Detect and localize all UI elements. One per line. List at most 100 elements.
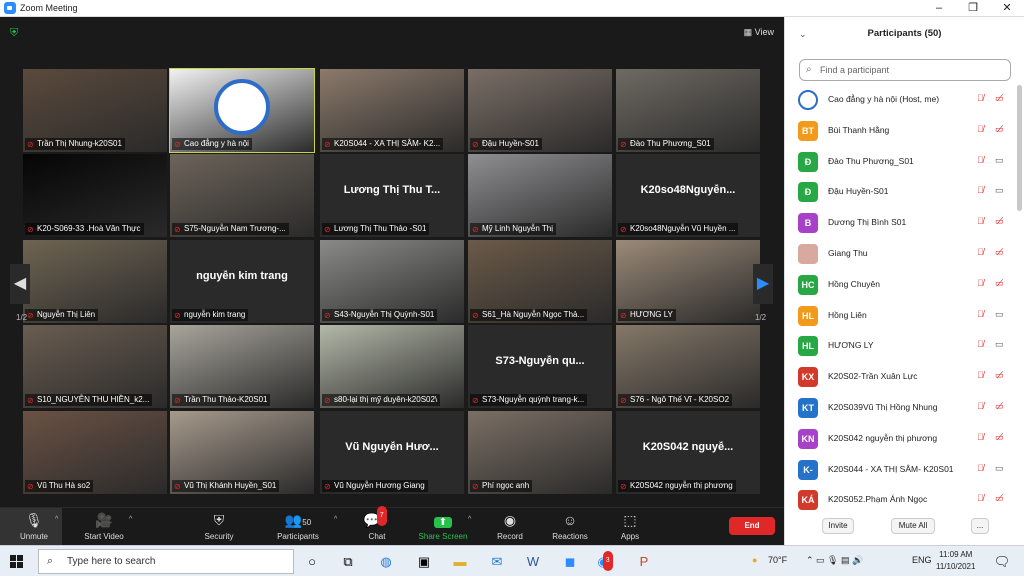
participant-row[interactable]: KÁ K20S052.Phạm Ánh Ngọc 🎙̸ ▭̸ xyxy=(785,485,1017,516)
maximize-button[interactable]: ❐ xyxy=(956,0,990,17)
mail-icon[interactable]: ✉ xyxy=(485,552,509,572)
avatar xyxy=(798,243,818,264)
participant-row[interactable]: K- K20S044 - XA THỊ SÂM- K20S01 🎙̸ ▭ xyxy=(785,455,1017,486)
video-tile[interactable]: ⊘ s80-lại thị mỹ duyên-k20S02\ xyxy=(320,325,464,408)
notifications-icon[interactable]: 🗨 xyxy=(990,552,1014,572)
participant-row[interactable]: Giang Thu 🎙̸ ▭̸ xyxy=(785,239,1017,270)
video-tile[interactable]: S73-Nguyễn qu... ⊘ S73-Nguyễn quỳnh trang-… xyxy=(468,325,612,408)
more-options-button[interactable]: ... xyxy=(971,518,989,534)
video-tile[interactable]: ⊘ Trần Thị Nhung-k20S01 xyxy=(23,69,167,152)
video-tile[interactable]: K20so48Nguyễn... ⊘ K20so48Nguyễn Vũ Huyền … xyxy=(616,154,760,237)
weather-icon[interactable]: ● xyxy=(752,555,757,565)
video-tile[interactable]: Vũ Nguyễn Hươ... ⊘ Vũ Nguyễn Hương Giang xyxy=(320,411,464,494)
muted-mic-icon: ⊘ xyxy=(620,482,627,491)
participant-row[interactable]: Đ Đậu Huyền-S01 🎙̸ ▭ xyxy=(785,177,1017,208)
tile-name-text: Vũ Nguyễn Hương Giang xyxy=(334,481,425,490)
video-tile[interactable]: ⊘ S75-Nguyễn Nam Trương-... xyxy=(170,154,314,237)
participant-name: Giang Thu xyxy=(828,247,868,258)
minimize-button[interactable]: – xyxy=(922,0,956,17)
participant-row[interactable]: KN K20S042 nguyễn thị phương 🎙̸ ▭̸ xyxy=(785,424,1017,455)
avatar: K- xyxy=(798,459,818,480)
participants-panel: ⌄ Participants (50) ⌕ Find a participant… xyxy=(784,17,1024,545)
participant-row[interactable]: HC Hồng Chuyên 🎙̸ ▭̸ xyxy=(785,270,1017,301)
avatar: HC xyxy=(798,274,818,295)
video-tile[interactable]: ⊘ Trần Thu Thảo-K20S01 xyxy=(170,325,314,408)
invite-button[interactable]: Invite xyxy=(822,518,854,534)
edge-icon[interactable]: ◍ xyxy=(374,552,398,572)
mute-all-button[interactable]: Mute All xyxy=(891,518,935,534)
tile-name-label: ⊘ S75-Nguyễn Nam Trương-... xyxy=(172,223,289,235)
video-tile[interactable]: ⊘ Phí ngọc anh xyxy=(468,411,612,494)
task-view-icon[interactable]: ⧉ xyxy=(336,552,360,572)
taskbar-search-input[interactable]: ⌕ Type here to search xyxy=(38,549,294,574)
video-tile[interactable]: ⊘ K20S044 - XA THỊ SÂM- K2... xyxy=(320,69,464,152)
file-explorer-icon[interactable]: ▬ xyxy=(448,552,472,572)
participants-button[interactable]: 👥50 Participants xyxy=(268,510,328,541)
video-tile[interactable]: K20S042 nguyễ... ⊘ K20S042 nguyễn thị phươ… xyxy=(616,411,760,494)
muted-mic-icon: ⊘ xyxy=(27,140,34,149)
panel-scrollbar[interactable] xyxy=(1017,85,1022,211)
video-tile[interactable]: ⊘ Đào Thu Phương_S01 xyxy=(616,69,760,152)
participant-row[interactable]: KT K20S039Vũ Thị Hồng Nhung 🎙̸ ▭̸ xyxy=(785,393,1017,424)
participant-row[interactable]: Đ Đào Thu Phương_S01 🎙̸ ▭ xyxy=(785,147,1017,178)
store-icon[interactable]: ▣ xyxy=(412,552,436,572)
video-tile[interactable]: ⊘ Đậu Huyền-S01 xyxy=(468,69,612,152)
chat-button[interactable]: 💬7 Chat xyxy=(347,506,407,541)
zoom-taskbar-icon[interactable]: ◼ xyxy=(558,552,582,572)
cortana-icon[interactable]: ○ xyxy=(300,552,324,572)
video-tile[interactable]: ⊘ S43-Nguyễn Thị Quỳnh-S01 xyxy=(320,240,464,323)
video-tile[interactable]: ⊘ HƯƠNG LY xyxy=(616,240,760,323)
start-video-button[interactable]: 🎥 Start Video xyxy=(74,510,134,541)
participant-row[interactable]: BT Bùi Thanh Hằng 🎙̸ ▭̸ xyxy=(785,116,1017,147)
tile-display-name: nguyễn kim trang xyxy=(196,270,288,282)
share-options-chevron-icon[interactable]: ^ xyxy=(468,516,471,523)
view-button[interactable]: ▦ View xyxy=(744,27,774,38)
share-screen-button[interactable]: ⬆ Share Screen xyxy=(413,510,473,541)
record-button[interactable]: ◉ Record xyxy=(480,510,540,541)
participant-row[interactable]: HL HƯƠNG LY 🎙̸ ▭ xyxy=(785,331,1017,362)
video-tile[interactable]: ⊘ S10_NGUYỄN THU HIỀN_k2... xyxy=(23,325,167,408)
language-indicator[interactable]: ENG xyxy=(912,555,932,565)
weather-temp[interactable]: 70°F xyxy=(768,555,787,565)
close-button[interactable]: ✕ xyxy=(990,0,1024,17)
apps-button[interactable]: ⬚ Apps xyxy=(600,510,660,541)
muted-mic-icon: ⊘ xyxy=(620,140,627,149)
video-tile[interactable]: ⊘ Vũ Thu Hà so2 xyxy=(23,411,167,494)
participant-row[interactable]: KX K20S02-Trần Xuân Lực 🎙̸ ▭̸ xyxy=(785,362,1017,393)
video-tile[interactable]: ⊘ Mỹ Linh Nguyễn Thị xyxy=(468,154,612,237)
avatar: KN xyxy=(798,428,818,449)
video-tile[interactable]: Lương Thị Thu T... ⊘ Lương Thị Thu Thảo -S… xyxy=(320,154,464,237)
clock[interactable]: 11:09 AM 11/10/2021 xyxy=(936,549,975,573)
video-tile[interactable]: ⊘ Nguyễn Thị Liên xyxy=(23,240,167,323)
video-tile[interactable]: ⊘ S76 - Ngô Thế Vĩ - K20SO2 xyxy=(616,325,760,408)
video-tile[interactable]: ⊘ S61_Hà Nguyễn Ngọc Thả... xyxy=(468,240,612,323)
tray-icons[interactable]: ⌃ ▭ 🎙 ▤ 🔊 xyxy=(806,555,863,566)
security-button[interactable]: ⛨ Security xyxy=(189,510,249,541)
video-tile[interactable]: ⊘ K20-S069-33 .Hoà Văn Thực xyxy=(23,154,167,237)
prev-page-arrow-icon[interactable]: ◀ xyxy=(10,264,30,304)
participant-row[interactable]: Cao đẳng y hà nội (Host, me) 🎙̸ ▭̸ xyxy=(785,85,1017,116)
video-tile[interactable]: ⊘ Vũ Thị Khánh Huyền_S01 xyxy=(170,411,314,494)
word-icon[interactable]: W xyxy=(521,552,545,572)
participant-search-input[interactable]: ⌕ Find a participant xyxy=(799,59,1011,81)
video-tile[interactable]: ⊘ Cao đẳng y hà nội xyxy=(169,68,315,153)
participant-row[interactable]: B Dương Thị Bình S01 🎙̸ ▭̸ xyxy=(785,208,1017,239)
security-shield-icon[interactable]: ⛨ xyxy=(10,27,20,39)
audio-options-chevron-icon[interactable]: ^ xyxy=(55,516,58,523)
unmute-button[interactable]: 🎙 Unmute xyxy=(4,510,64,541)
zoom-meeting-taskbar-icon[interactable]: ◉3 xyxy=(596,551,620,572)
clock-date: 11/10/2021 xyxy=(936,562,976,571)
next-page-arrow-icon[interactable]: ▶ xyxy=(753,264,773,304)
collapse-chevron-icon[interactable]: ⌄ xyxy=(799,17,807,51)
participant-row[interactable]: HL Hồng Liên 🎙̸ ▭ xyxy=(785,301,1017,332)
video-options-chevron-icon[interactable]: ^ xyxy=(129,516,132,523)
end-meeting-button[interactable]: End xyxy=(729,517,775,535)
reactions-button[interactable]: ☺ Reactions xyxy=(540,510,600,541)
avatar: BT xyxy=(798,120,818,141)
video-tile[interactable]: nguyễn kim trang ⊘ nguyễn kim trang xyxy=(170,240,314,323)
participants-chevron-icon[interactable]: ^ xyxy=(334,516,337,523)
windows-start-icon[interactable] xyxy=(10,555,24,569)
tile-name-text: Phí ngọc anh xyxy=(482,481,530,490)
powerpoint-icon[interactable]: P xyxy=(632,552,656,572)
video-off-icon: ▭̸ xyxy=(995,370,1004,381)
